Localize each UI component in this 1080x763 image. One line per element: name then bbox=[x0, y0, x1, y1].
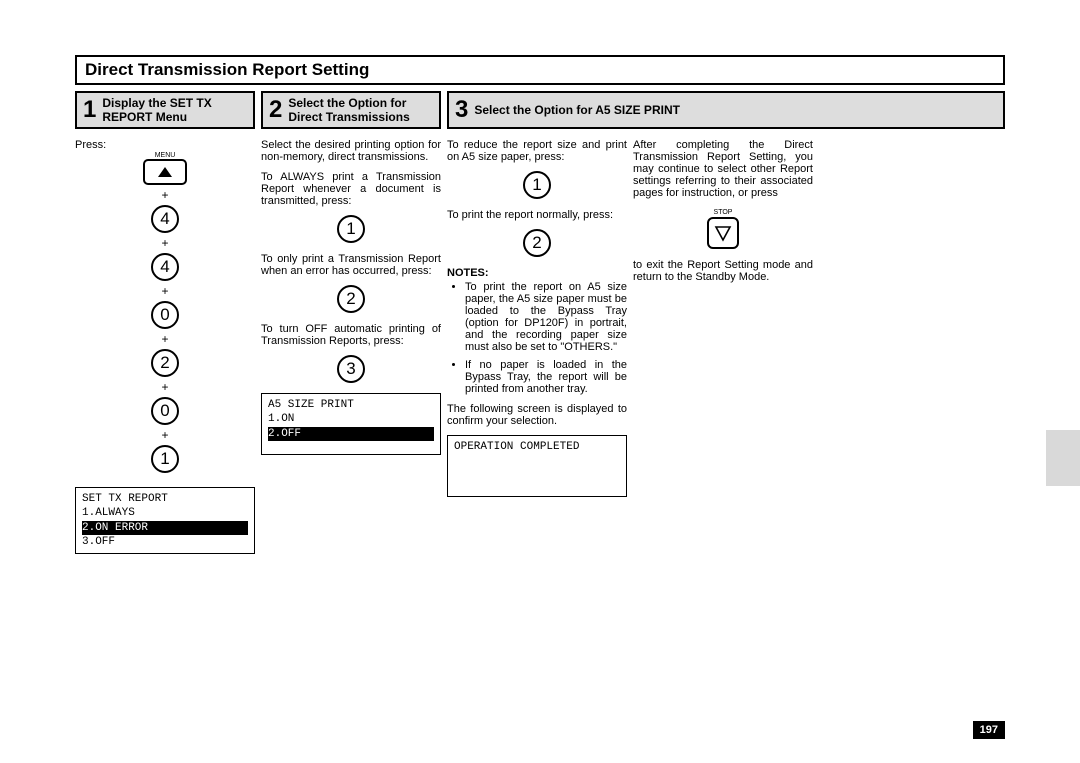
column-2: Select the desired printing option for n… bbox=[261, 139, 441, 554]
step-header-row: 1 Display the SET TX REPORT Menu 2 Selec… bbox=[75, 91, 1005, 129]
a5-button-2: 2 bbox=[523, 229, 551, 257]
step-3-header: 3 Select the Option for A5 SIZE PRINT bbox=[447, 91, 1005, 129]
plus-icon: + bbox=[161, 333, 168, 345]
digit-button: 0 bbox=[151, 397, 179, 425]
button-sequence: MENU + 4 + 4 + 0 + 2 + 0 + 1 bbox=[75, 159, 255, 473]
column-4: After completing the Direct Transmission… bbox=[633, 139, 813, 554]
col3-text-2: To print the report normally, press: bbox=[447, 209, 627, 221]
menu-label: MENU bbox=[155, 152, 176, 159]
lcd-line-highlighted: 2.ON ERROR bbox=[82, 521, 248, 535]
lcd-line: 1.ALWAYS bbox=[82, 506, 248, 520]
step-2-header: 2 Select the Option for Direct Transmiss… bbox=[261, 91, 441, 129]
page-title: Direct Transmission Report Setting bbox=[75, 55, 1005, 85]
lcd-line-highlighted: 2.OFF bbox=[268, 427, 434, 441]
lcd-display-3: OPERATION COMPLETED bbox=[447, 435, 627, 497]
stop-triangle-icon bbox=[714, 224, 732, 242]
step-1-header: 1 Display the SET TX REPORT Menu bbox=[75, 91, 255, 129]
lcd-display-2: A5 SIZE PRINT 1.ON 2.OFF bbox=[261, 393, 441, 455]
column-3: To reduce the report size and print on A… bbox=[447, 139, 627, 554]
plus-icon: + bbox=[161, 189, 168, 201]
stop-label: STOP bbox=[703, 209, 743, 216]
col2-text-3: To only print a Transmission Report when… bbox=[261, 253, 441, 277]
lcd-line: 1.ON bbox=[268, 412, 434, 426]
side-tab bbox=[1046, 430, 1080, 486]
step-1-number: 1 bbox=[83, 98, 96, 122]
notes-list: To print the report on A5 size paper, th… bbox=[447, 281, 627, 395]
press-label: Press: bbox=[75, 139, 255, 151]
lcd-display-1: SET TX REPORT 1.ALWAYS 2.ON ERROR 3.OFF bbox=[75, 487, 255, 554]
menu-button-icon: MENU bbox=[143, 159, 187, 185]
plus-icon: + bbox=[161, 429, 168, 441]
lcd-line: OPERATION COMPLETED bbox=[454, 440, 620, 454]
a5-button-1: 1 bbox=[523, 171, 551, 199]
digit-button: 4 bbox=[151, 253, 179, 281]
plus-icon: + bbox=[161, 285, 168, 297]
option-button-1: 1 bbox=[337, 215, 365, 243]
page-number: 197 bbox=[973, 721, 1005, 739]
step-1-label: Display the SET TX REPORT Menu bbox=[102, 96, 247, 124]
col2-text-1: Select the desired printing option for n… bbox=[261, 139, 441, 163]
column-1: Press: MENU + 4 + 4 + 0 + 2 + 0 + 1 SET … bbox=[75, 139, 255, 554]
step-3-number: 3 bbox=[455, 98, 468, 122]
step-2-number: 2 bbox=[269, 98, 282, 122]
step-2-label: Select the Option for Direct Transmissio… bbox=[288, 96, 433, 124]
plus-icon: + bbox=[161, 381, 168, 393]
col3-text-1: To reduce the report size and print on A… bbox=[447, 139, 627, 163]
up-triangle-icon bbox=[158, 167, 172, 177]
lcd-line: 3.OFF bbox=[82, 535, 248, 549]
content-columns: Press: MENU + 4 + 4 + 0 + 2 + 0 + 1 SET … bbox=[75, 139, 1005, 554]
col2-text-2: To ALWAYS print a Transmission Report wh… bbox=[261, 171, 441, 207]
lcd-line: A5 SIZE PRINT bbox=[268, 398, 434, 412]
col2-text-4: To turn OFF automatic printing of Transm… bbox=[261, 323, 441, 347]
digit-button: 0 bbox=[151, 301, 179, 329]
col4-text-2: to exit the Report Setting mode and retu… bbox=[633, 259, 813, 283]
note-item: If no paper is loaded in the Bypass Tray… bbox=[465, 359, 627, 395]
col3-text-3: The following screen is displayed to con… bbox=[447, 403, 627, 427]
note-item: To print the report on A5 size paper, th… bbox=[465, 281, 627, 353]
notes-heading: NOTES: bbox=[447, 267, 627, 279]
option-button-3: 3 bbox=[337, 355, 365, 383]
option-button-2: 2 bbox=[337, 285, 365, 313]
lcd-line: SET TX REPORT bbox=[82, 492, 248, 506]
plus-icon: + bbox=[161, 237, 168, 249]
digit-button: 1 bbox=[151, 445, 179, 473]
col4-text-1: After completing the Direct Transmission… bbox=[633, 139, 813, 199]
step-3-label: Select the Option for A5 SIZE PRINT bbox=[474, 103, 680, 117]
stop-button-icon: STOP bbox=[707, 217, 739, 249]
digit-button: 2 bbox=[151, 349, 179, 377]
digit-button: 4 bbox=[151, 205, 179, 233]
